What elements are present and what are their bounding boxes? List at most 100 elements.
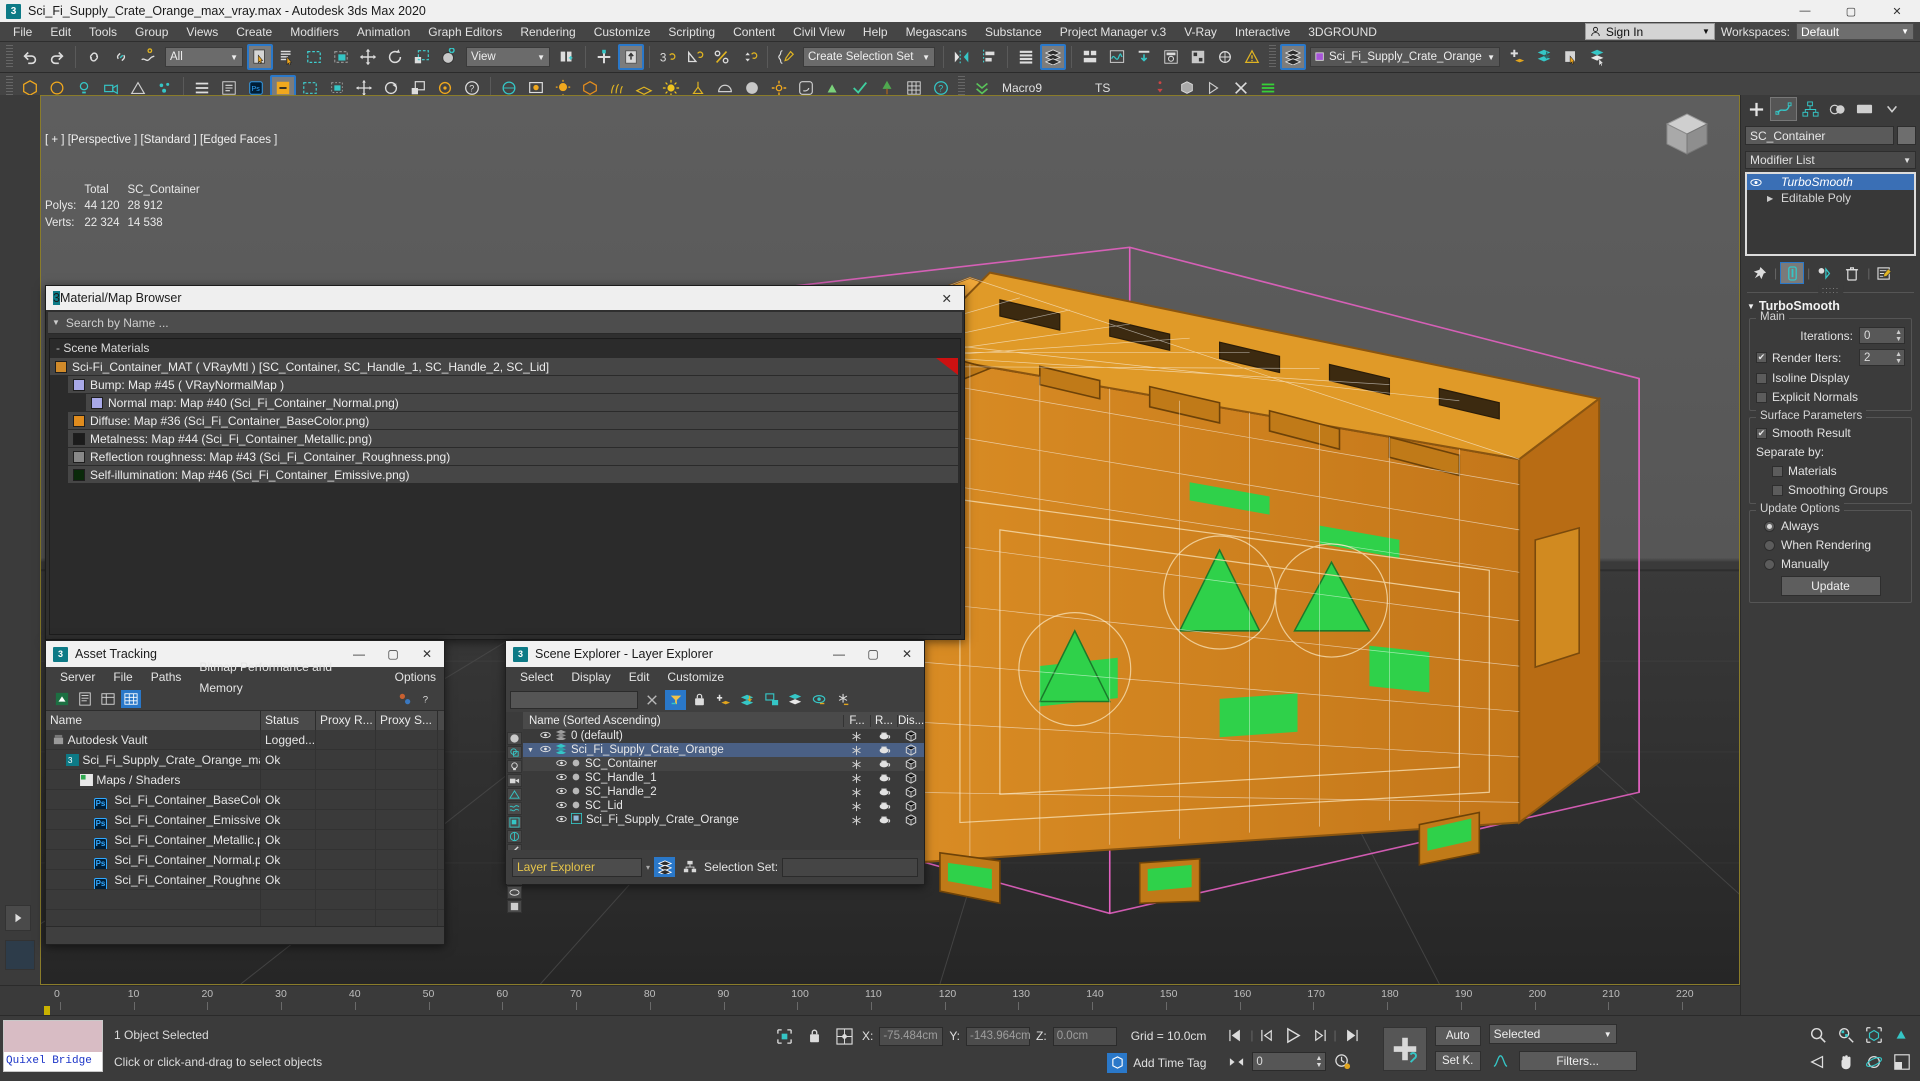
scene-materials-group-label[interactable]: - Scene Materials <box>50 339 960 357</box>
asset-close-button[interactable]: ✕ <box>410 641 444 667</box>
render-setup-icon[interactable] <box>1158 44 1184 70</box>
select-object-button[interactable] <box>247 44 273 70</box>
scene-explorer-row[interactable]: ▼ Sci_Fi_Supply_Crate_Orange <box>523 743 924 757</box>
chevron-right-icon[interactable]: ▶ <box>1767 194 1777 203</box>
zoom-region-icon[interactable] <box>1890 1023 1914 1047</box>
scene-menu-edit[interactable]: Edit <box>621 667 658 688</box>
material-browser-close-icon[interactable]: ✕ <box>942 291 964 306</box>
absolute-relative-toggle-icon[interactable] <box>772 1024 796 1048</box>
modifier-stack[interactable]: TurboSmooth ▶ Editable Poly <box>1745 172 1916 256</box>
material-tree-row[interactable]: Diffuse: Map #36 (Sci_Fi_Container_BaseC… <box>68 412 958 429</box>
tab-utilities[interactable] <box>1878 97 1905 121</box>
menu-tools[interactable]: Tools <box>80 22 126 42</box>
remove-modifier-icon[interactable] <box>1840 262 1864 284</box>
close-button[interactable]: ✕ <box>1874 0 1920 22</box>
play-strip-icon[interactable] <box>5 905 31 931</box>
menu-substance[interactable]: Substance <box>976 22 1051 42</box>
renderable-cell-icon[interactable] <box>870 801 897 811</box>
spinner-arrows-icon[interactable]: ▲ ▼ <box>1895 329 1902 343</box>
asset-menu-options[interactable]: Options <box>387 667 444 688</box>
asset-menu-file[interactable]: File <box>105 667 140 688</box>
menu-civil-view[interactable]: Civil View <box>784 22 854 42</box>
renderable-cell-icon[interactable] <box>870 759 897 769</box>
create-new-layer-icon[interactable] <box>1504 44 1530 70</box>
paths-view-icon[interactable] <box>98 690 118 708</box>
display-cell-icon[interactable] <box>897 730 924 742</box>
menu-create[interactable]: Create <box>227 22 281 42</box>
select-by-name-button[interactable] <box>274 44 300 70</box>
select-and-move-icon[interactable] <box>355 44 381 70</box>
render-iters-checkbox[interactable]: ✔ <box>1756 352 1767 363</box>
current-frame-field[interactable]: 0 ▲ ▼ <box>1252 1052 1327 1072</box>
table-row[interactable]: Ps Sci_Fi_Container_Emissive.pngOk <box>46 810 444 830</box>
zoom-extents-icon[interactable] <box>1862 1023 1886 1047</box>
frozen-cell-icon[interactable] <box>843 731 870 742</box>
add-layer-icon[interactable] <box>713 690 734 710</box>
update-button[interactable]: Update <box>1780 576 1881 596</box>
renderable-cell-icon[interactable] <box>870 731 897 741</box>
add-selection-to-layer-icon[interactable] <box>737 690 758 710</box>
select-and-rotate-icon[interactable] <box>382 44 408 70</box>
menu-edit[interactable]: Edit <box>41 22 80 42</box>
layer-explorer-field[interactable]: Layer Explorer <box>512 857 642 877</box>
object-color-swatch[interactable] <box>1897 126 1916 145</box>
menu-file[interactable]: File <box>4 22 41 42</box>
footer-hierarchy-icon[interactable] <box>679 857 700 877</box>
frozen-cell-icon[interactable] <box>843 787 870 798</box>
renderable-cell-icon[interactable] <box>870 745 897 755</box>
material-tree-row[interactable]: Self-illumination: Map #46 (Sci_Fi_Conta… <box>68 466 958 483</box>
lock-icon[interactable] <box>689 690 710 710</box>
curve-editor-icon[interactable] <box>1077 44 1103 70</box>
scene-explorer-grid[interactable]: Name (Sorted Ascending) F... R... Dis...… <box>523 712 924 855</box>
modifier-list-dropdown[interactable]: Modifier List ▼ <box>1745 151 1916 169</box>
table-row[interactable]: 3 Sci_Fi_Supply_Crate_Orange_max_vray.ma… <box>46 750 444 770</box>
material-map-browser-window[interactable]: 3 Material/Map Browser ✕ ▼ Search by Nam… <box>45 285 965 640</box>
material-search-bar[interactable]: ▼ Search by Name ... <box>48 312 962 334</box>
filters-button[interactable]: Filters... <box>1518 1051 1637 1071</box>
table-row[interactable]: Ps Sci_Fi_Container_Normal.png Ok <box>46 850 444 870</box>
y-coordinate-field[interactable]: -143.964cm <box>966 1026 1031 1046</box>
auto-key-button[interactable]: Auto <box>1434 1026 1481 1046</box>
column-proxy-s[interactable]: Proxy S... <box>376 711 438 730</box>
menu-help[interactable]: Help <box>854 22 897 42</box>
set-key-button[interactable] <box>1382 1026 1427 1071</box>
tab-display[interactable] <box>1851 97 1878 121</box>
unlink-selection-icon[interactable] <box>108 44 134 70</box>
display-cell-icon[interactable] <box>897 786 924 798</box>
smooth-result-checkbox[interactable]: ✔ <box>1756 427 1767 439</box>
use-pivot-point-center-icon[interactable] <box>554 44 580 70</box>
tab-hierarchy[interactable] <box>1797 97 1824 121</box>
grid-view-icon[interactable] <box>121 690 141 708</box>
table-row[interactable]: Maps / Shaders <box>46 770 444 790</box>
render-iters-spinner[interactable]: 2 ▲ ▼ <box>1859 349 1905 366</box>
play-animation-icon[interactable] <box>1282 1023 1306 1047</box>
select-and-link-icon[interactable] <box>81 44 107 70</box>
render-frame-window-icon[interactable] <box>1185 44 1211 70</box>
display-cell-icon[interactable] <box>897 758 924 770</box>
hide-unhide-icon[interactable] <box>809 690 830 710</box>
scene-explorer-row[interactable]: SC_Handle_1 <box>523 771 924 785</box>
eye-icon[interactable] <box>540 730 551 742</box>
menu-customize[interactable]: Customize <box>585 22 660 42</box>
stack-item-editable-poly[interactable]: ▶ Editable Poly <box>1747 190 1914 206</box>
chevron-down-icon[interactable]: ▼ <box>52 318 60 327</box>
display-cell-icon[interactable] <box>897 772 924 784</box>
scene-search-input[interactable] <box>510 691 638 709</box>
spinner-snap-icon[interactable] <box>736 44 762 70</box>
select-and-manipulate-icon[interactable] <box>591 44 617 70</box>
filter-frozen-icon[interactable] <box>507 900 522 913</box>
frozen-cell-icon[interactable] <box>843 773 870 784</box>
menu-modifiers[interactable]: Modifiers <box>281 22 348 42</box>
display-cell-icon[interactable] <box>897 744 924 756</box>
time-slider-handle[interactable] <box>44 1006 50 1015</box>
footer-layer-icon[interactable] <box>654 857 676 877</box>
scene-menu-customize[interactable]: Customize <box>659 667 732 688</box>
angle-snap-icon[interactable] <box>682 44 708 70</box>
freeze-unfreeze-icon[interactable] <box>833 690 854 710</box>
eye-icon[interactable] <box>556 786 567 798</box>
select-and-scale-icon[interactable] <box>409 44 435 70</box>
filter-xrefs-icon[interactable] <box>507 830 522 843</box>
material-tree-row[interactable]: Sci-Fi_Container_MAT ( VRayMtl ) [SC_Con… <box>50 358 958 375</box>
stack-item-turbosmooth[interactable]: TurboSmooth <box>1747 174 1914 190</box>
scene-explorer-row[interactable]: 0 (default) <box>523 729 924 743</box>
